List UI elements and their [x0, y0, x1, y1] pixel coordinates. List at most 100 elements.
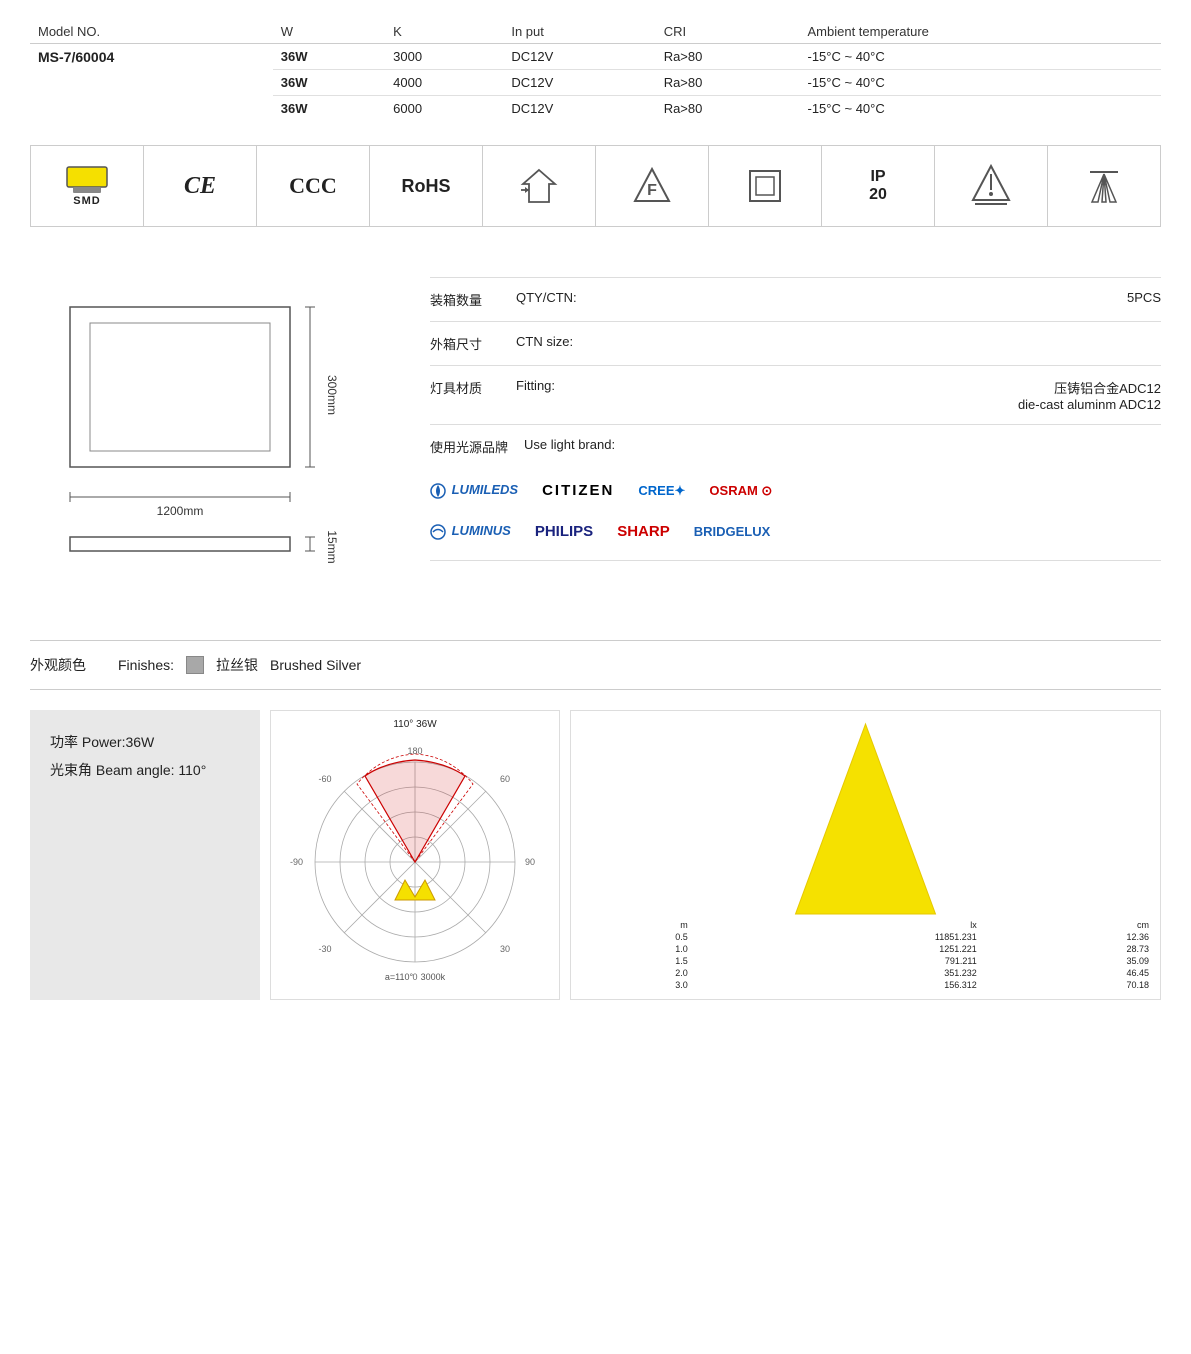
row-cri: Ra>80: [656, 44, 800, 70]
brand-sharp: SHARP: [617, 523, 670, 540]
diagram-area: 1200mm 300mm 15mm: [30, 267, 390, 610]
row-cri: Ra>80: [656, 70, 800, 96]
brand-label-cn: 使用光源品牌: [430, 437, 508, 456]
svg-text:1200mm: 1200mm: [157, 504, 204, 518]
lux-cm: 35.09: [980, 955, 1152, 967]
finishes-label-cn: 外观颜色: [30, 655, 86, 675]
spec-info-brands: 使用光源品牌 Use light brand: LUMILEDS CITIZEN…: [430, 425, 1161, 561]
lux-m: 1.0: [579, 943, 691, 955]
lux-lx: 156.312: [691, 979, 980, 991]
qty-label-cn: 装箱数量: [430, 290, 500, 309]
cert-smd: SMD: [31, 146, 144, 226]
lux-lx: 791.211: [691, 955, 980, 967]
brand-lumileds: LUMILEDS: [430, 482, 518, 499]
row-cri: Ra>80: [656, 96, 800, 122]
rohs-symbol: RoHS: [402, 176, 451, 197]
middle-section: 1200mm 300mm 15mm 装箱数量 QTY/CTN: 5PCS 外箱尺…: [30, 267, 1161, 610]
photometric-diagram: 110° 36W 180 90 -90 0 -60 60 -30 30: [270, 710, 560, 1000]
lux-lx: 11851.231: [691, 931, 980, 943]
finishes-row: 外观颜色 Finishes: 拉丝银 Brushed Silver: [30, 640, 1161, 690]
lux-m: 0.5: [579, 931, 691, 943]
photometric-angle-label: a=110° 3000k: [385, 972, 445, 982]
power-label: 功率 Power:36W: [50, 728, 240, 756]
spec-table: Model NO. W K In put CRI Ambient tempera…: [30, 20, 1161, 121]
lux-data-table: m lx cm 0.5 11851.231 12.361.0 1251.221 …: [579, 919, 1152, 991]
cert-square: [709, 146, 822, 226]
svg-text:90: 90: [525, 857, 535, 867]
lux-col-cm: cm: [980, 919, 1152, 931]
spec-info-ctn: 外箱尺寸 CTN size:: [430, 322, 1161, 366]
energy-icon: [519, 166, 559, 206]
lux-m: 3.0: [579, 979, 691, 991]
svg-text:-60: -60: [318, 774, 331, 784]
brand-label-en: Use light brand:: [524, 437, 615, 456]
fitting-value-en: die-cast aluminm ADC12: [622, 397, 1161, 412]
spec-info-fitting: 灯具材质 Fitting: 压铸铝合金ADC12 die-cast alumin…: [430, 366, 1161, 425]
product-diagram: 1200mm 300mm 15mm: [30, 267, 390, 607]
brand-cree: CREE✦: [638, 483, 685, 499]
col-header-temp: Ambient temperature: [800, 20, 1162, 44]
cert-ce: CE: [144, 146, 257, 226]
cert-rohs: RoHS: [370, 146, 483, 226]
brand-osram: OSRAM ⊙: [709, 483, 772, 499]
cert-ccc: CCC: [257, 146, 370, 226]
lux-table-row: 0.5 11851.231 12.36: [579, 931, 1152, 943]
row-w: 36W: [273, 96, 385, 122]
finishes-color-cn: 拉丝银: [216, 655, 258, 675]
ccc-symbol: CCC: [289, 173, 337, 199]
lux-lx: 1251.221: [691, 943, 980, 955]
col-header-model: Model NO.: [30, 20, 273, 44]
svg-text:30: 30: [500, 944, 510, 954]
flammability-icon: F: [631, 165, 673, 207]
light-dist-icon: [1082, 166, 1126, 206]
finishes-swatch: [186, 656, 204, 674]
certifications-row: SMD CE CCC RoHS F IP 20: [30, 145, 1161, 227]
col-header-w: W: [273, 20, 385, 44]
smd-icon: [65, 165, 109, 195]
row-temp: -15°C ~ 40°C: [800, 44, 1162, 70]
brand-citizen: CITIZEN: [542, 482, 614, 499]
square-icon: [746, 167, 784, 205]
model-number: MS-7/60004: [30, 44, 273, 122]
row-k: 3000: [385, 44, 503, 70]
lux-chart: m lx cm 0.5 11851.231 12.361.0 1251.221 …: [570, 710, 1161, 1000]
luminus-icon: [430, 524, 446, 540]
col-header-k: K: [385, 20, 503, 44]
svg-text:60: 60: [500, 774, 510, 784]
ctn-label-en: CTN size:: [516, 334, 606, 349]
row-temp: -15°C ~ 40°C: [800, 96, 1162, 122]
ce-symbol: CE: [184, 173, 216, 200]
brand-bridgelux: BRIDGELUX: [694, 524, 771, 539]
qty-value: 5PCS: [622, 290, 1161, 305]
row-k: 6000: [385, 96, 503, 122]
photometric-title: 110° 36W: [393, 719, 436, 730]
lux-table-row: 3.0 156.312 70.18: [579, 979, 1152, 991]
row-temp: -15°C ~ 40°C: [800, 70, 1162, 96]
lux-cm: 28.73: [980, 943, 1152, 955]
lux-table-row: 1.5 791.211 35.09: [579, 955, 1152, 967]
lux-lx: 351.232: [691, 967, 980, 979]
beam-label: 光束角 Beam angle: 110°: [50, 756, 240, 784]
lux-cm: 46.45: [980, 967, 1152, 979]
cert-ip20: IP 20: [822, 146, 935, 226]
row-w: 36W: [273, 44, 385, 70]
cert-light-dist: [1048, 146, 1160, 226]
spec-info-panel: 装箱数量 QTY/CTN: 5PCS 外箱尺寸 CTN size: 灯具材质 F…: [430, 267, 1161, 561]
cert-energy: [483, 146, 596, 226]
ctn-label-cn: 外箱尺寸: [430, 334, 500, 353]
row-k: 4000: [385, 70, 503, 96]
lux-table-row: 2.0 351.232 46.45: [579, 967, 1152, 979]
lux-m: 1.5: [579, 955, 691, 967]
svg-text:180: 180: [407, 746, 422, 756]
fitting-label-cn: 灯具材质: [430, 378, 500, 397]
qty-label-en: QTY/CTN:: [516, 290, 606, 305]
brands-row-1: LUMILEDS CITIZEN CREE✦ OSRAM ⊙: [430, 482, 772, 499]
lumileds-icon: [430, 483, 446, 499]
brand-philips: PHILIPS: [535, 523, 593, 540]
lux-cm: 12.36: [980, 931, 1152, 943]
brands-row-2: LUMINUS PHILIPS SHARP BRIDGELUX: [430, 523, 770, 540]
cert-flammability: F: [596, 146, 709, 226]
row-input: DC12V: [503, 96, 655, 122]
col-header-input: In put: [503, 20, 655, 44]
lux-beam-svg: [579, 719, 1152, 919]
